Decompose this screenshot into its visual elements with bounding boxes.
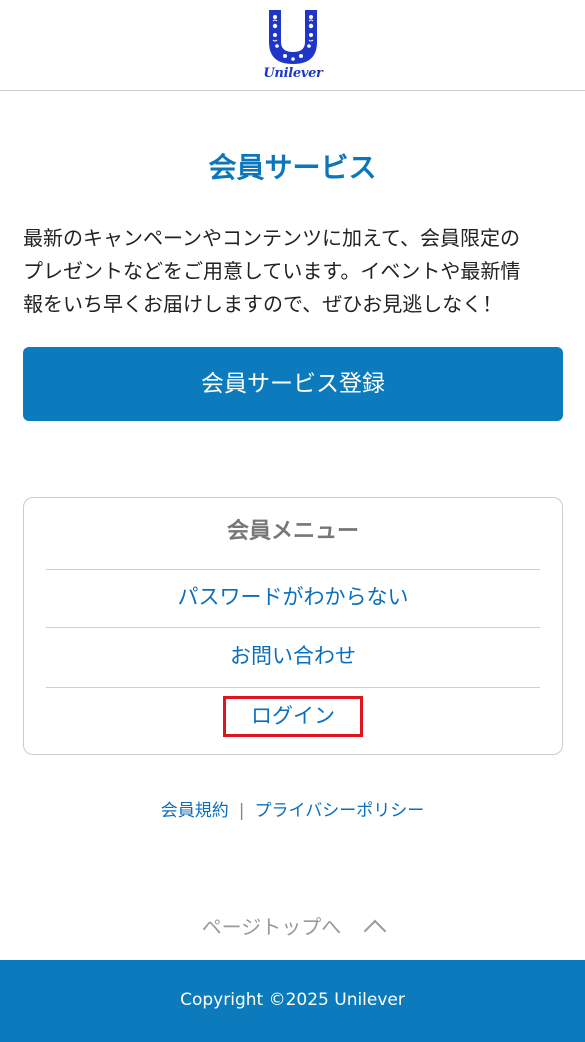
menu-divider [46,687,540,688]
member-menu-card: 会員メニュー パスワードがわからない お問い合わせ ログイン [23,497,563,755]
page-top-button[interactable]: ページトップへ [0,912,585,943]
logo-wordmark: Unilever [263,66,323,81]
login-link[interactable]: ログイン [223,696,363,737]
intro-text: 最新のキャンペーンやコンテンツに加えて、会員限定の プレゼントなどをご用意してい… [23,222,563,321]
site-header: Unilever [0,0,585,91]
unilever-logo[interactable]: Unilever [259,8,327,84]
intro-line: プレゼントなどをご用意しています。イベントや最新情 [23,259,521,283]
chevron-up-icon [363,919,387,943]
copyright-bar: Copyright ©2025 Unilever [0,960,585,1042]
forgot-password-link[interactable]: パスワードがわからない [46,569,540,625]
link-separator: | [238,801,245,821]
member-menu-title: 会員メニュー [226,519,359,544]
privacy-policy-link[interactable]: プライバシーポリシー [255,801,425,821]
intro-line: 最新のキャンペーンやコンテンツに加えて、会員限定の [23,226,520,250]
intro-line: 報をいち早くお届けしますので、ぜひお見逃しなく！ [23,292,503,316]
page-top-label: ページトップへ [201,915,342,939]
contact-link[interactable]: お問い合わせ [46,628,540,684]
copyright-text: Copyright ©2025 Unilever [180,990,405,1010]
register-button[interactable]: 会員サービス登録 [23,347,563,421]
footer-links: 会員規約 | プライバシーポリシー [0,798,585,824]
page: Unilever 会員サービス 最新のキャンペーンやコンテンツに加えて、会員限定… [0,0,585,1042]
page-title: 会員サービス [208,151,377,184]
terms-link[interactable]: 会員規約 [161,801,229,821]
unilever-logo-icon [269,10,317,64]
